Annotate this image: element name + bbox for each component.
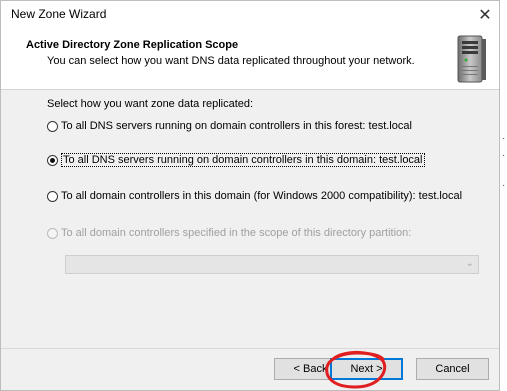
background-fragment: ·	[502, 150, 506, 161]
footer-divider	[1, 348, 499, 349]
page-subtitle: You can select how you want DNS data rep…	[47, 55, 415, 67]
page-title: Active Directory Zone Replication Scope	[26, 39, 239, 51]
chevron-down-icon: ⌄	[465, 258, 474, 269]
title-bar: New Zone Wizard ✕	[1, 1, 499, 30]
radio-label: To all domain controllers specified in t…	[61, 227, 412, 239]
close-button[interactable]: ✕	[471, 1, 499, 29]
red-annotation-circle	[325, 351, 387, 389]
radio-button[interactable]	[47, 120, 58, 132]
radio-button-selected[interactable]	[47, 154, 58, 166]
background-fragment: ·	[502, 180, 506, 191]
radio-option-forest[interactable]: To all DNS servers running on domain con…	[47, 120, 412, 132]
radio-option-win2000[interactable]: To all domain controllers in this domain…	[47, 190, 462, 202]
radio-option-domain[interactable]: To all DNS servers running on domain con…	[47, 153, 425, 167]
radio-option-partition: To all domain controllers specified in t…	[47, 227, 411, 239]
background-fragment: ·	[502, 133, 506, 144]
new-zone-wizard-dialog: New Zone Wizard ✕ Active Directory Zone …	[0, 0, 500, 391]
wizard-header: Active Directory Zone Replication Scope …	[1, 30, 499, 90]
cancel-button[interactable]: Cancel	[416, 358, 489, 380]
radio-label: To all DNS servers running on domain con…	[61, 120, 412, 132]
close-icon: ✕	[478, 7, 492, 24]
radio-label: To all DNS servers running on domain con…	[61, 153, 425, 167]
server-icon	[457, 35, 486, 83]
radio-button[interactable]	[47, 190, 58, 202]
partition-dropdown: ⌄	[65, 255, 479, 274]
radio-button-disabled	[47, 227, 58, 239]
replication-prompt: Select how you want zone data replicated…	[47, 98, 254, 110]
background-window-edge: · · ·	[500, 0, 507, 391]
window-title: New Zone Wizard	[11, 7, 107, 21]
radio-label: To all domain controllers in this domain…	[61, 190, 463, 202]
